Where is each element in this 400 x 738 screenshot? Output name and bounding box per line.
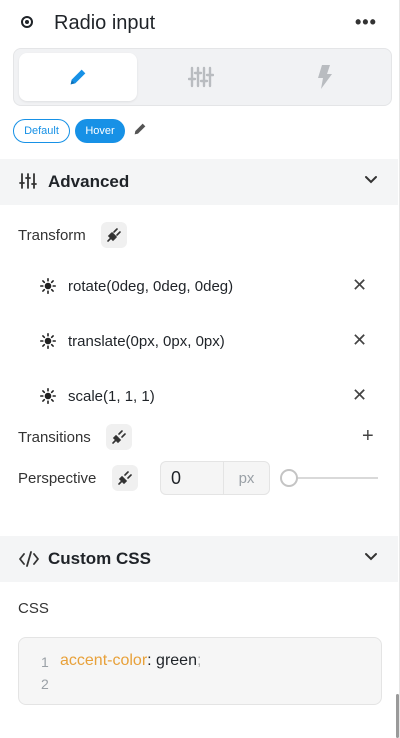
custom-css-section-title: Custom CSS [48, 549, 151, 568]
sliders-icon [19, 173, 37, 189]
radio-input-icon [21, 16, 33, 28]
transform-row-scale[interactable]: scale(1, 1, 1) ✕ [40, 385, 370, 409]
lightning-icon [318, 65, 332, 89]
element-title: Radio input [54, 12, 156, 34]
chevron-down-icon[interactable] [364, 175, 378, 185]
state-hover-button[interactable]: Hover [75, 119, 125, 143]
css-code-editor[interactable]: 1 accent-color: green; 2 [18, 637, 382, 705]
tab-style[interactable] [19, 53, 137, 101]
sliders-icon [188, 66, 214, 88]
transform-value: translate(0px, 0px, 0px) [68, 333, 225, 350]
plug-icon [107, 228, 121, 242]
more-options-button[interactable]: ••• [355, 12, 377, 33]
transform-value: scale(1, 1, 1) [68, 388, 155, 405]
plug-icon [112, 430, 126, 444]
advanced-section-title: Advanced [48, 172, 130, 191]
css-property: accent-color [60, 652, 148, 669]
code-icon [19, 551, 39, 567]
transitions-plug-button[interactable] [106, 424, 132, 450]
remove-transform-button[interactable]: ✕ [352, 330, 367, 351]
perspective-label: Perspective [18, 470, 97, 487]
tab-interactions[interactable] [265, 53, 383, 101]
sun-icon [40, 388, 56, 404]
code-line: accent-color: green; [60, 652, 201, 670]
css-label: CSS [18, 600, 49, 617]
transform-value: rotate(0deg, 0deg, 0deg) [68, 278, 234, 295]
perspective-plug-button[interactable] [112, 465, 138, 491]
transform-row-translate[interactable]: translate(0px, 0px, 0px) ✕ [40, 330, 370, 354]
properties-panel: Radio input ••• Default Hover Advanced T… [0, 0, 400, 738]
transform-plug-button[interactable] [101, 222, 127, 248]
advanced-section-header[interactable]: Advanced [0, 159, 398, 205]
css-semicolon: ; [196, 652, 202, 669]
perspective-unit-select[interactable]: px [223, 461, 270, 495]
css-value: green [151, 652, 197, 669]
plug-icon [118, 471, 132, 485]
state-default-button[interactable]: Default [13, 119, 70, 143]
perspective-slider-handle[interactable] [280, 469, 298, 487]
remove-transform-button[interactable]: ✕ [352, 385, 367, 406]
chevron-down-icon[interactable] [364, 552, 378, 562]
transform-row-rotate[interactable]: rotate(0deg, 0deg, 0deg) ✕ [40, 275, 370, 299]
pencil-icon [70, 69, 86, 85]
transform-label: Transform [18, 227, 86, 244]
panel-scrollbar[interactable] [396, 694, 399, 738]
sun-icon [40, 278, 56, 294]
perspective-input[interactable]: 0 [160, 461, 223, 495]
panel-header: Radio input ••• [0, 0, 398, 50]
panel-tabs [13, 48, 392, 106]
custom-css-section-header[interactable]: Custom CSS [0, 536, 398, 582]
line-number: 1 [41, 654, 49, 670]
edit-state-icon[interactable] [132, 121, 148, 137]
tab-settings[interactable] [142, 53, 260, 101]
remove-transform-button[interactable]: ✕ [352, 275, 367, 296]
line-number: 2 [41, 676, 49, 692]
sun-icon [40, 333, 56, 349]
transitions-label: Transitions [18, 429, 91, 446]
add-transition-button[interactable]: + [362, 425, 374, 448]
